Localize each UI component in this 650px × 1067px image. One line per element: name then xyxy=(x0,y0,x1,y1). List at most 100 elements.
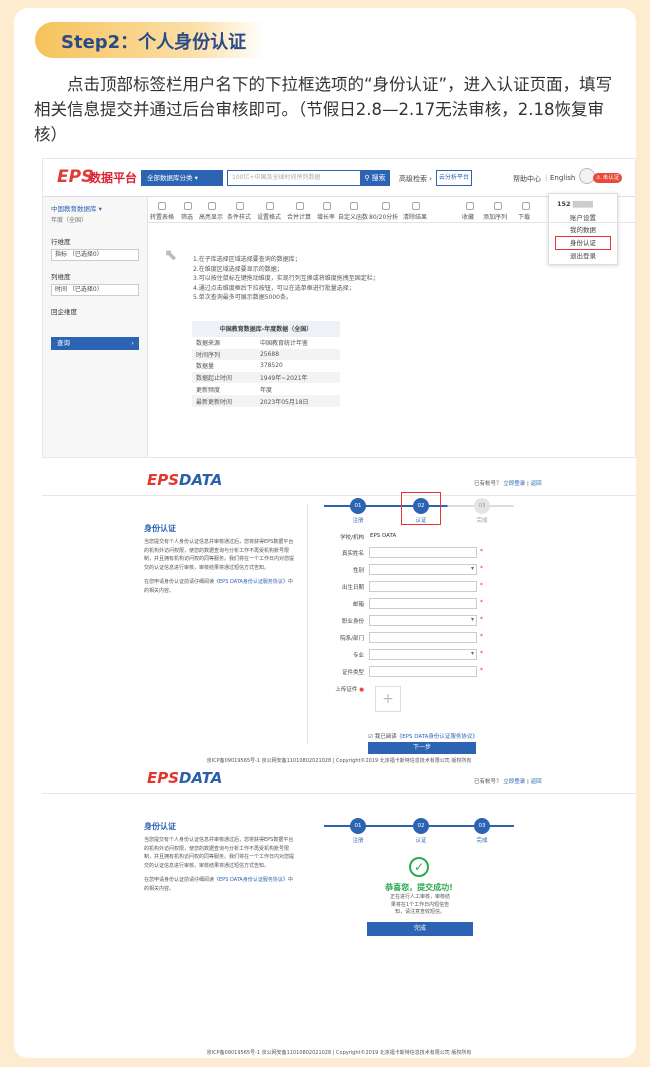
col-dim-select[interactable]: 时间 （已选择0） xyxy=(51,284,139,296)
checkbox-icon[interactable]: ☑ xyxy=(368,734,373,740)
usage-step: 2.在维度区域选择要显示的数据； xyxy=(193,265,283,273)
step-label-2: 认证 xyxy=(415,838,427,844)
info-icon: ● xyxy=(359,687,364,693)
field-label: 专业 xyxy=(352,653,364,659)
menu-identity-verification[interactable]: 身份认证 xyxy=(555,236,611,250)
col-dim-label: 列维度 xyxy=(51,273,71,281)
login-link[interactable]: 立即登录 xyxy=(503,481,525,487)
search-button[interactable]: ⚲ 搜索 xyxy=(360,170,390,186)
header: EPSDATA 已有帐号？ 立即登录 | 返回 xyxy=(42,466,636,496)
db-selector[interactable]: 中国教育数据库 ▾ xyxy=(43,197,147,213)
usage-step: 1.在子库选择区域选择要查询的数据库； xyxy=(193,256,301,263)
done-button[interactable]: 完成 xyxy=(367,922,473,936)
tool-highlight[interactable]: 高亮显示 xyxy=(199,212,223,221)
function-icon xyxy=(350,202,358,210)
db-name: 中国教育数据库 xyxy=(51,205,97,213)
step-tag: Step2：个人身份认证 xyxy=(35,22,265,58)
tool-format[interactable]: 设置格式 xyxy=(257,212,281,221)
agreement-check[interactable]: ☑ 我已阅读《EPS DATA身份认证服务协议》 xyxy=(368,732,478,740)
tool-download[interactable]: 下载 xyxy=(518,212,530,221)
note-prefix: 在您申请身份认证前请仔细阅读 xyxy=(144,877,215,883)
agree-link[interactable]: 《EPS DATA身份认证服务协议》 xyxy=(397,734,478,740)
cell-key: 数据起止时间 xyxy=(192,371,256,384)
step-dot-3: 03 xyxy=(474,498,490,514)
cell-key: 最新更新时间 xyxy=(192,394,256,407)
filter-icon xyxy=(184,202,192,210)
highlight-icon xyxy=(208,202,216,210)
agreement-note: 在您申请身份认证前请仔细阅读《EPS DATA身份认证服务协议》中的相关内容。 xyxy=(144,876,294,893)
field-label: 出生日期 xyxy=(341,585,364,591)
next-button[interactable]: 下一步 xyxy=(368,742,476,754)
tool-cond-style[interactable]: 条件样式 xyxy=(227,212,251,221)
cell-value: 1949年~2021年 xyxy=(255,371,340,384)
category-label: 全部数据库分类 xyxy=(147,174,193,182)
query-button[interactable]: 查询 › xyxy=(51,337,139,350)
menu-my-data[interactable]: 我的数据 xyxy=(549,224,617,236)
star-icon xyxy=(466,202,474,210)
agreement-link[interactable]: 《EPS DATA身份认证服务协议》 xyxy=(214,579,288,585)
name-input[interactable] xyxy=(369,547,477,558)
success-check-icon: ✓ xyxy=(409,857,429,877)
tool-clear[interactable]: 清除结果 xyxy=(403,212,427,221)
birthdate-input[interactable] xyxy=(369,581,477,592)
cell-value: 中国教育统计年鉴 xyxy=(255,336,340,349)
nav-separator: | xyxy=(545,174,548,182)
tool-transpose[interactable]: 转置表格 xyxy=(150,212,174,221)
tool-merge[interactable]: 合并计算 xyxy=(287,212,311,221)
section-title: 身份认证 xyxy=(144,822,176,831)
cell-value: 25688 xyxy=(255,348,340,361)
step-dot-3: 03 xyxy=(474,818,490,834)
step-label-1: 注册 xyxy=(352,518,364,524)
return-link[interactable]: 返回 xyxy=(531,481,542,487)
advanced-search-link[interactable]: 高级检索 › xyxy=(399,174,432,184)
logo-eps: EPS xyxy=(147,471,180,489)
badge-label: 未认证 xyxy=(602,175,620,181)
cell-key: 时间序列 xyxy=(192,348,256,361)
tool-growth[interactable]: 增长率 xyxy=(317,212,335,221)
occupation-select[interactable] xyxy=(369,615,477,626)
field-label: 真实姓名 xyxy=(341,551,364,557)
link-separator: | xyxy=(527,481,529,487)
tool-filter[interactable]: 筛选 xyxy=(181,212,193,221)
row-dim-select[interactable]: 指标 （已选择0） xyxy=(51,249,139,261)
lang-link[interactable]: English xyxy=(550,174,575,182)
help-link[interactable]: 帮助中心 xyxy=(513,174,541,184)
tool-favorite[interactable]: 收藏 xyxy=(462,212,474,221)
tool-function[interactable]: 自定义函数 xyxy=(338,212,368,221)
success-desc: 正在进行人工审核，审核结果将在1个工作日内短信告知，请注意查收短信。 xyxy=(389,894,450,915)
category-dropdown[interactable]: 全部数据库分类 ▾ xyxy=(141,170,223,186)
major-select[interactable] xyxy=(369,649,477,660)
cell-value: 378520 xyxy=(255,359,340,372)
return-link[interactable]: 返回 xyxy=(531,779,542,785)
add-series-icon xyxy=(494,202,502,210)
brand-name: 数据平台 xyxy=(89,171,138,185)
success-screenshot: EPSDATA 已有帐号？ 立即登录 | 返回 身份认证 当您提交有个人身份认证… xyxy=(42,764,636,1058)
cell-key: 更新频度 xyxy=(192,382,256,395)
gender-select[interactable] xyxy=(369,564,477,575)
content-card: Step2：个人身份认证 点击顶部标签栏用户名下的下拉框选项的“身份认证”，进入… xyxy=(14,8,636,1058)
format-icon xyxy=(266,202,274,210)
search-input[interactable]: 100亿+中国及全球时间序列数据 xyxy=(227,170,361,186)
department-input[interactable] xyxy=(369,632,477,643)
id-type-input[interactable] xyxy=(369,666,477,677)
email-input[interactable] xyxy=(369,598,477,609)
unverified-badge: ⚠ 未认证 xyxy=(593,173,623,183)
cloud-platform-button[interactable]: 云分析平台 xyxy=(436,170,472,186)
step-dot-2: 02 xyxy=(413,818,429,834)
arrow-icon: ⬉ xyxy=(164,245,178,264)
note-prefix: 在您申请身份认证前请仔细阅读 xyxy=(144,579,215,585)
section-desc: 当您提交有个人身份认证信息并审核通过后，您将获得EPS数据平台的机构外访问权限，… xyxy=(144,539,295,571)
tool-add-series[interactable]: 添加序列 xyxy=(483,212,507,221)
agreement-link[interactable]: 《EPS DATA身份认证服务协议》 xyxy=(214,877,288,883)
tool-pareto[interactable]: 80/20分析 xyxy=(369,212,398,221)
login-link[interactable]: 立即登录 xyxy=(503,779,525,785)
required-mark: * xyxy=(480,548,483,555)
cell-value: 年度 xyxy=(255,382,340,395)
required-mark: * xyxy=(480,565,483,572)
menu-logout[interactable]: 退出登录 xyxy=(549,250,617,262)
upload-plus-button[interactable]: + xyxy=(375,686,401,712)
account-prompt: 已有帐号？ xyxy=(474,779,502,785)
field-label: 性别 xyxy=(352,568,364,574)
db-info-table: 中国教育数据库-年度数据（全国） 数据来源 中国教育统计年鉴 时间序列 25688 … xyxy=(192,321,340,407)
platform-screenshot: EPS 数据平台 全部数据库分类 ▾ 100亿+中国及全球时间序列数据 ⚲ 搜索… xyxy=(42,158,636,458)
